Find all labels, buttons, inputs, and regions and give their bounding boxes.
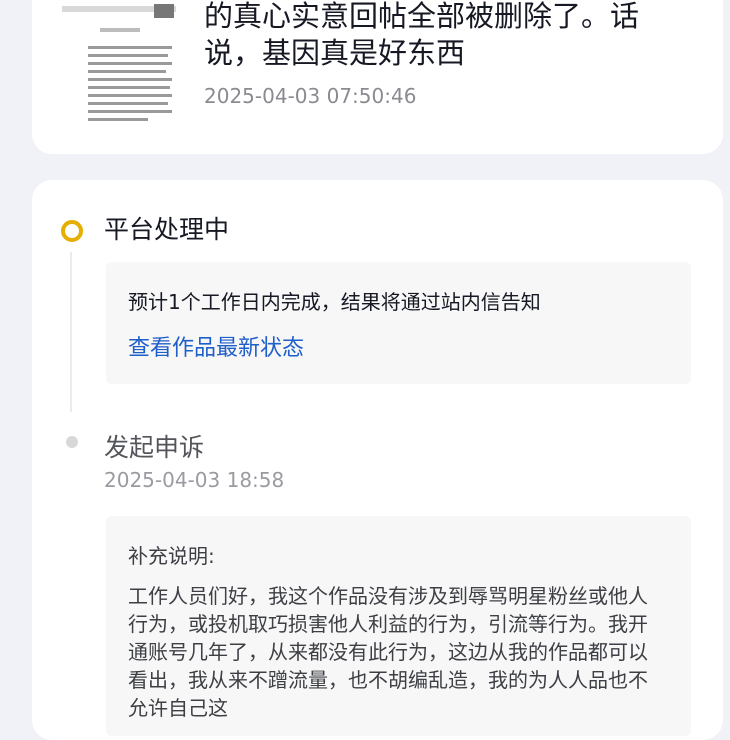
- supplement-text: 工作人员们好，我这个作品没有涉及到辱骂明星粉丝或他人行为，或投机取巧损害他人利益…: [128, 584, 648, 720]
- thumb-text-line: [88, 118, 148, 121]
- thumb-title-line: [100, 28, 140, 32]
- thumb-text-line: [88, 78, 172, 81]
- thumb-text-line: [88, 102, 168, 105]
- thumb-text-line: [88, 86, 170, 89]
- thumb-text-line: [88, 110, 172, 113]
- post-thumbnail[interactable]: [58, 0, 180, 124]
- thumb-text-line: [88, 62, 172, 65]
- thumb-text-line: [88, 46, 172, 49]
- supplement-label: 补充说明:: [128, 544, 215, 568]
- status-active-icon: [61, 220, 83, 242]
- status-title: 平台处理中: [104, 215, 230, 244]
- supplement-box: 补充说明: 工作人员们好，我这个作品没有涉及到辱骂明星粉丝或他人行为，或投机取巧…: [106, 516, 691, 736]
- status-note: 预计1个工作日内完成，结果将通过站内信告知: [128, 290, 541, 314]
- view-latest-status-link[interactable]: 查看作品最新状态: [128, 330, 304, 362]
- timeline-dot-icon: [66, 436, 78, 448]
- timeline-connector: [70, 252, 72, 412]
- thumb-text-line: [88, 70, 166, 73]
- appeal-timestamp: 2025-04-03 18:58: [104, 468, 285, 492]
- thumb-text-line: [88, 94, 172, 97]
- appeal-title: 发起申诉: [104, 433, 205, 462]
- post-text: 的真心实意回帖全部被删除了。话说，基因真是好东西: [204, 0, 640, 70]
- thumb-header-block: [154, 4, 174, 18]
- status-info-box: 预计1个工作日内完成，结果将通过站内信告知 查看作品最新状态: [106, 262, 691, 384]
- thumb-text-line: [88, 54, 168, 57]
- post-timestamp: 2025-04-03 07:50:46: [204, 84, 417, 108]
